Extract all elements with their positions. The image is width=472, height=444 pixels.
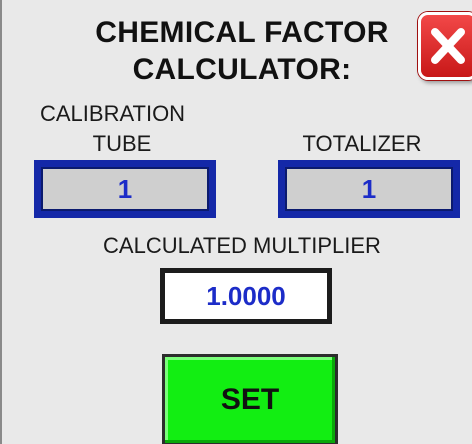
set-button[interactable]: SET bbox=[162, 354, 338, 444]
calculated-multiplier-label: CALCULATED MULTIPLIER bbox=[103, 233, 381, 258]
page-title: CHEMICAL FACTOR CALCULATOR: bbox=[62, 14, 422, 88]
calibration-tube-label-line-1: CALIBRATION bbox=[40, 101, 186, 126]
close-icon bbox=[431, 28, 465, 64]
calibration-tube-label-line-2: TUBE bbox=[92, 131, 152, 156]
totalizer-label: TOTALIZER bbox=[302, 131, 422, 156]
close-button[interactable] bbox=[418, 12, 472, 80]
calibration-tube-field[interactable]: 1 bbox=[34, 160, 216, 218]
calculated-multiplier-display: 1.0000 bbox=[160, 268, 332, 324]
title-line-2: CALCULATOR: bbox=[132, 53, 352, 86]
chemical-factor-calculator-panel: CHEMICAL FACTOR CALCULATOR: CALIBRATION … bbox=[0, 0, 472, 444]
title-line-1: CHEMICAL FACTOR bbox=[95, 16, 389, 49]
totalizer-field[interactable]: 1 bbox=[278, 160, 460, 218]
